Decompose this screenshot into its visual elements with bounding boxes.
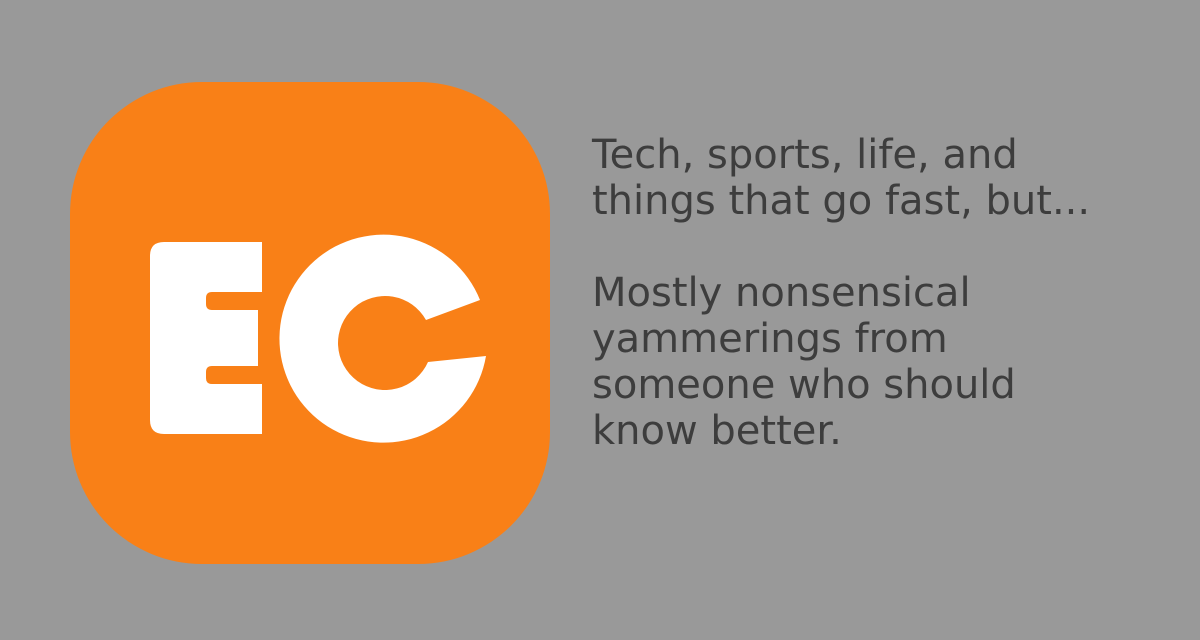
tagline: Tech, sports, life, and things that go f…	[592, 132, 1182, 454]
tagline-line-1: Tech, sports, life, and things that go f…	[592, 132, 1091, 224]
ec-logo-icon	[70, 82, 550, 564]
ec-logo	[70, 82, 550, 564]
logo-letter-e	[150, 242, 262, 434]
tagline-line-2: Mostly nonsensical yammerings from someo…	[592, 270, 1016, 454]
